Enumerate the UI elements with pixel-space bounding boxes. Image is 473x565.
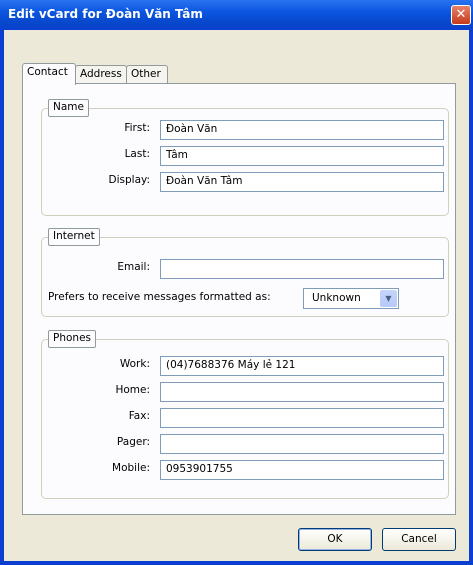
display-label: Display: <box>108 174 150 186</box>
email-field[interactable] <box>160 259 444 279</box>
work-phone-field[interactable]: (04)7688376 Máy lẻ 121 <box>160 356 444 376</box>
work-label: Work: <box>119 358 150 370</box>
fax-field[interactable] <box>160 408 444 428</box>
first-name-field[interactable]: Đoàn Văn <box>160 120 444 140</box>
contact-panel: Name First: Đoàn Văn Last: Tâm Display: … <box>22 83 456 515</box>
internet-group-title: Internet <box>48 228 100 246</box>
mobile-phone-field[interactable]: 0953901755 <box>160 460 444 480</box>
pager-label: Pager: <box>116 436 150 448</box>
close-button[interactable]: ✕ <box>451 5 471 25</box>
home-phone-field[interactable] <box>160 382 444 402</box>
phones-group-title: Phones <box>48 330 96 348</box>
internet-group: Internet Email: Prefers to receive messa… <box>41 228 449 317</box>
email-label: Email: <box>117 261 150 273</box>
last-label: Last: <box>124 148 150 160</box>
format-select[interactable]: Unknown ▼ <box>303 288 399 309</box>
window-title: Edit vCard for Đoàn Văn Tâm <box>8 7 203 21</box>
fax-label: Fax: <box>128 410 150 422</box>
tab-other[interactable]: Other <box>126 65 168 83</box>
format-selected-value: Unknown <box>312 292 361 304</box>
vcard-dialog: Edit vCard for Đoàn Văn Tâm ✕ Contact Ad… <box>0 0 473 565</box>
phones-group: Phones Work: (04)7688376 Máy lẻ 121 Home… <box>41 330 449 499</box>
format-label: Prefers to receive messages formatted as… <box>48 291 271 303</box>
close-icon: ✕ <box>455 7 467 22</box>
tab-address[interactable]: Address <box>75 65 127 83</box>
display-name-field[interactable]: Đoàn Văn Tâm <box>160 172 444 192</box>
home-label: Home: <box>115 384 150 396</box>
first-label: First: <box>124 122 150 134</box>
mobile-label: Mobile: <box>112 462 150 474</box>
title-bar[interactable]: Edit vCard for Đoàn Văn Tâm ✕ <box>0 0 473 30</box>
ok-button[interactable]: OK <box>298 528 372 551</box>
last-name-field[interactable]: Tâm <box>160 146 444 166</box>
name-group: Name First: Đoàn Văn Last: Tâm Display: … <box>41 99 449 216</box>
tab-contact[interactable]: Contact <box>22 63 76 85</box>
pager-field[interactable] <box>160 434 444 454</box>
chevron-down-icon[interactable]: ▼ <box>380 290 397 307</box>
name-group-title: Name <box>48 99 89 117</box>
cancel-button[interactable]: Cancel <box>382 528 456 551</box>
